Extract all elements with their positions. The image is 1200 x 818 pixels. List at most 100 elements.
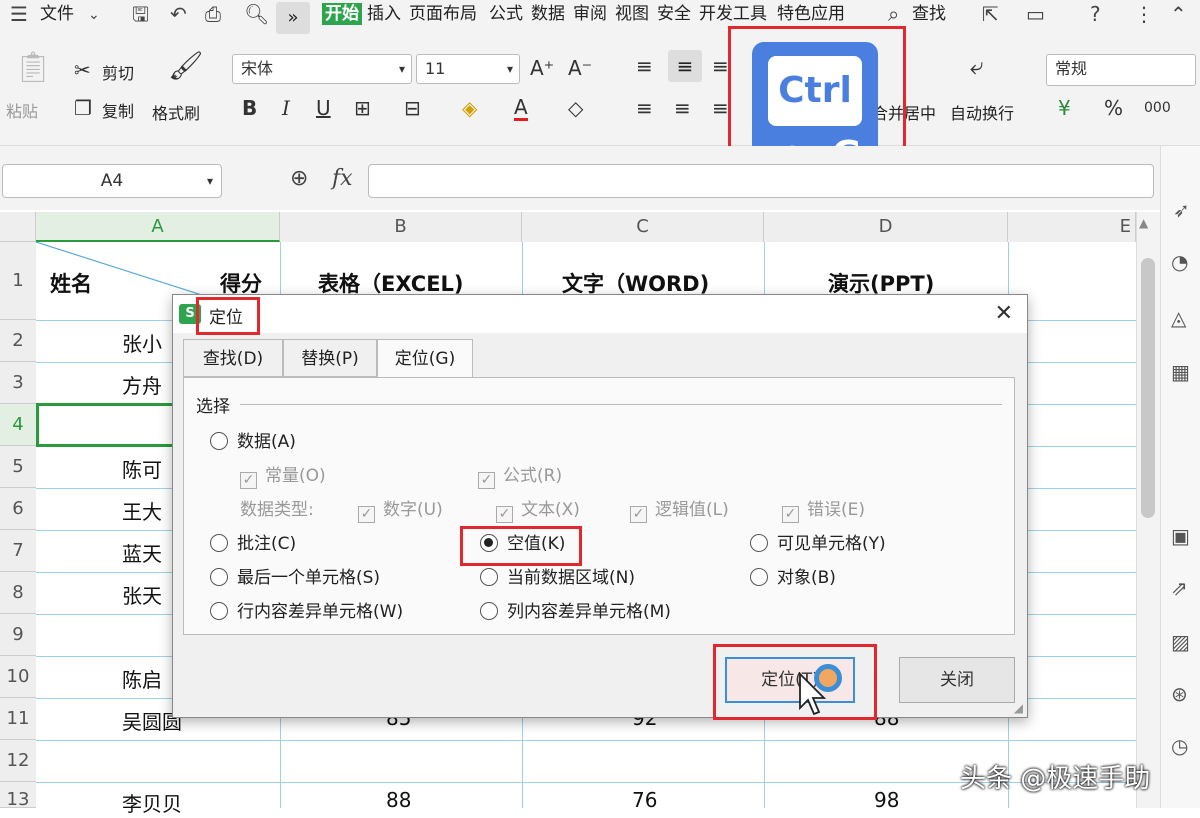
undo-icon[interactable]: ↶	[170, 2, 187, 26]
name-cell[interactable]: 陈可	[122, 454, 162, 483]
tab-review[interactable]: 审阅	[573, 3, 607, 25]
row-header-10[interactable]: 10	[0, 656, 36, 698]
file-menu[interactable]: 文件	[40, 3, 74, 25]
italic-icon[interactable]: I	[282, 96, 290, 120]
comment-icon[interactable]: ▭	[1026, 2, 1045, 26]
row-header-11[interactable]: 11	[0, 698, 36, 740]
radio-column-differences[interactable]: 列内容差异单元格(M)	[480, 600, 671, 624]
increase-font-icon[interactable]: A⁺	[530, 56, 554, 80]
export-icon[interactable]: ⇗	[1171, 576, 1188, 600]
fx-icon[interactable]: fx	[332, 166, 353, 191]
history-icon[interactable]: ◷	[1171, 734, 1188, 758]
row-header-1[interactable]: 1	[0, 242, 36, 320]
fill-color-icon[interactable]: ◈	[462, 96, 477, 120]
name-cell[interactable]: 蓝天	[122, 538, 162, 567]
column-header-c[interactable]: C	[522, 212, 764, 242]
paste-button[interactable]: 粘贴	[6, 98, 38, 122]
row-header-8[interactable]: 8	[0, 572, 36, 614]
percent-icon[interactable]: %	[1104, 96, 1123, 120]
radio-comments[interactable]: 批注(C)	[210, 532, 296, 556]
backup-icon[interactable]: ⊛	[1171, 682, 1188, 706]
name-cell[interactable]: 张小	[122, 328, 162, 357]
vertical-scrollbar[interactable]: ▲	[1136, 212, 1160, 808]
shapes-icon[interactable]: ◔	[1171, 250, 1188, 274]
search-icon[interactable]: ⌕	[888, 2, 899, 26]
checkbox-numbers[interactable]: ✓ 数字(U)	[358, 498, 443, 523]
border-icon[interactable]: ⊞	[354, 96, 371, 120]
name-cell[interactable]: 张天	[122, 580, 162, 609]
font-color-icon[interactable]: A	[514, 96, 528, 121]
row-header-6[interactable]: 6	[0, 488, 36, 530]
bold-icon[interactable]: B	[242, 96, 257, 120]
tab-security[interactable]: 安全	[657, 3, 691, 25]
tab-home[interactable]: 开始	[322, 3, 362, 25]
tab-developer[interactable]: 开发工具	[699, 3, 767, 25]
resize-grip-icon[interactable]: ◢	[1014, 701, 1023, 715]
hamburger-icon[interactable]: ☰	[10, 2, 28, 26]
scroll-thumb[interactable]	[1141, 258, 1155, 518]
chevron-down-icon[interactable]: ⌄	[88, 3, 100, 27]
score-cell[interactable]: 88	[386, 788, 411, 812]
tab-insert[interactable]: 插入	[367, 3, 401, 25]
checkbox-formulas[interactable]: ✓ 公式(R)	[478, 464, 562, 489]
currency-icon[interactable]: ¥	[1058, 96, 1071, 120]
image-icon[interactable]: ▨	[1171, 630, 1190, 654]
save-icon[interactable]: 🖫	[132, 2, 149, 26]
formula-input[interactable]	[368, 164, 1154, 198]
name-cell[interactable]: 陈启	[122, 664, 162, 693]
row-header-5[interactable]: 5	[0, 446, 36, 488]
radio-visible-cells[interactable]: 可见单元格(Y)	[750, 532, 886, 556]
row-header-7[interactable]: 7	[0, 530, 36, 572]
eraser-icon[interactable]: ◇	[568, 96, 583, 120]
name-cell[interactable]: 方舟	[122, 370, 162, 399]
scissors-icon[interactable]: ✂	[74, 58, 91, 82]
underline-icon[interactable]: U	[316, 96, 331, 120]
select-cursor-icon[interactable]: ➶	[1173, 198, 1190, 222]
more-icon[interactable]: ⋮	[1134, 2, 1154, 26]
number-format-select[interactable]: 常规	[1046, 54, 1196, 86]
close-button[interactable]: 关闭	[899, 657, 1015, 703]
wrap-text-button[interactable]: 自动换行	[950, 100, 1014, 124]
more-tabs-button[interactable]: »	[276, 2, 310, 34]
name-cell[interactable]: 李贝贝	[122, 788, 182, 817]
radio-row-differences[interactable]: 行内容差异单元格(W)	[210, 600, 403, 624]
tab-replace[interactable]: 替换(P)	[283, 339, 377, 377]
radio-objects[interactable]: 对象(B)	[750, 566, 836, 590]
print-icon[interactable]: ⎙	[205, 2, 221, 26]
format-painter-button[interactable]: 格式刷	[152, 100, 200, 124]
tab-view[interactable]: 视图	[615, 3, 649, 25]
gallery-icon[interactable]: ▣	[1171, 524, 1190, 548]
tab-special[interactable]: 特色应用	[777, 3, 845, 25]
style-icon[interactable]: ◬	[1171, 306, 1186, 330]
row-header-4[interactable]: 4	[0, 404, 36, 446]
column-header-d[interactable]: D	[764, 212, 1008, 242]
close-icon[interactable]: ✕	[995, 301, 1013, 326]
align-center-icon[interactable]: ≡	[674, 96, 691, 120]
paste-icon[interactable]: 📋︎	[14, 53, 52, 83]
column-header-a[interactable]: A	[36, 212, 280, 242]
collapse-icon[interactable]: ⌃	[1170, 2, 1187, 26]
column-header-b[interactable]: B	[280, 212, 522, 242]
checkbox-logical[interactable]: ✓ 逻辑值(L)	[630, 498, 729, 523]
decrease-font-icon[interactable]: A⁻	[568, 56, 592, 80]
row-header-12[interactable]: 12	[0, 740, 36, 782]
row-header-9[interactable]: 9	[0, 614, 36, 656]
tab-find[interactable]: 查找(D)	[183, 339, 283, 377]
font-size-select[interactable]: 11 ▾	[416, 54, 520, 84]
thousands-icon[interactable]: 000	[1144, 96, 1171, 120]
align-middle-icon[interactable]: ≡	[668, 50, 702, 82]
help-icon[interactable]: ?	[1090, 2, 1101, 26]
tab-goto[interactable]: 定位(G)	[377, 339, 473, 379]
tab-page-layout[interactable]: 页面布局	[409, 3, 477, 25]
font-family-select[interactable]: 宋体 ▾	[232, 54, 412, 84]
row-header-3[interactable]: 3	[0, 362, 36, 404]
scroll-up-icon[interactable]: ▲	[1139, 216, 1148, 230]
select-all-corner[interactable]	[0, 212, 36, 242]
align-right-icon[interactable]: ≡	[712, 96, 729, 120]
score-cell[interactable]: 98	[874, 788, 899, 812]
print-preview-icon[interactable]: 🔍︎	[244, 2, 269, 26]
tab-data[interactable]: 数据	[531, 3, 565, 25]
share-icon[interactable]: ⇱	[982, 2, 999, 26]
border-color-icon[interactable]: ⊟	[404, 96, 421, 120]
checkbox-text[interactable]: ✓ 文本(X)	[496, 498, 580, 523]
